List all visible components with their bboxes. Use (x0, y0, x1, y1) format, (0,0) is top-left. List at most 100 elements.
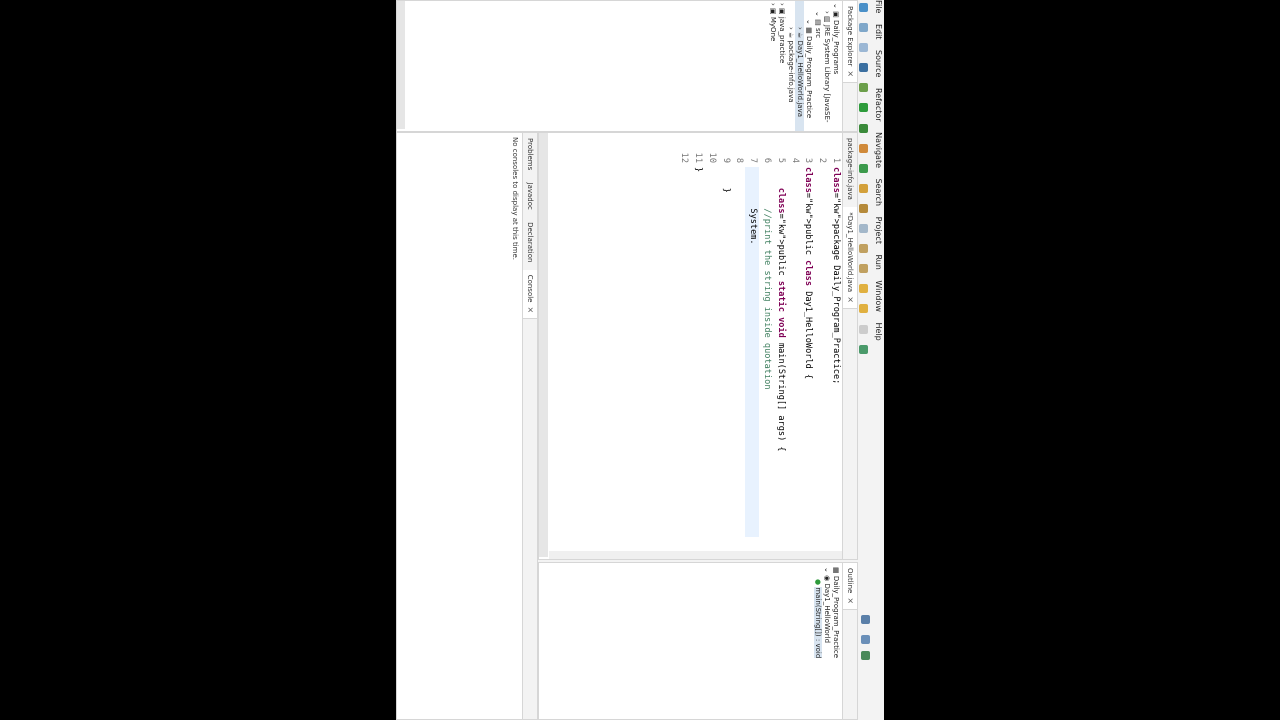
tree-item-helloworld[interactable]: › ☕ Day1_HelloWorld.java (795, 1, 804, 131)
save-all-icon[interactable] (859, 43, 868, 53)
menu-search[interactable]: Search (872, 179, 884, 206)
horizontal-scrollbar[interactable] (397, 1, 405, 129)
menu-bar: File Edit Source Refactor Navigate Searc… (872, 0, 884, 720)
code-line[interactable] (787, 167, 801, 537)
outline-item-label: Daily_Program_Practice (832, 575, 840, 659)
code-line[interactable]: class="kw">public static void main(Strin… (773, 167, 787, 537)
code-line[interactable]: } (690, 167, 704, 537)
search-icon[interactable] (859, 224, 868, 234)
code-line[interactable]: class="kw">public class Day1_HelloWorld … (801, 167, 815, 537)
line-number: 9 (720, 157, 731, 163)
close-icon[interactable]: × (846, 597, 855, 604)
line-number: 4 (789, 157, 800, 163)
package-tree: ⌄ ▣ Daily_Programs › ▥ JRE System Librar… (768, 1, 842, 131)
outline-item-method[interactable]: ● main(String[]) : void (813, 563, 822, 719)
code-area[interactable]: class="kw">package Daily_Program_Practic… (564, 167, 842, 537)
annotation-prev-icon[interactable] (859, 264, 868, 274)
outline-tab[interactable]: Outline × (843, 563, 857, 611)
annotation-next-icon[interactable] (859, 244, 868, 254)
quick-access-icon[interactable] (861, 615, 870, 624)
tab-helloworld[interactable]: *Day1_HelloWorld.java × (843, 207, 857, 309)
line-number: 12 (679, 152, 690, 163)
forward-icon[interactable] (859, 304, 868, 314)
console-message: No consoles to display at this time. (511, 137, 519, 260)
tab-package-info[interactable]: package-info.java (843, 133, 857, 205)
main-toolbar (858, 0, 872, 720)
new-class-icon[interactable] (859, 183, 868, 193)
back-icon[interactable] (859, 284, 868, 294)
tree-item-label: Daily_Programs (832, 19, 840, 75)
tree-item-java-practice[interactable]: › ▣ java_practice (777, 1, 786, 131)
tab-problems[interactable]: Problems (523, 133, 537, 175)
close-icon[interactable]: × (846, 70, 855, 77)
outline-tree: ▦ Daily_Program_Practice ⌄ ◉ Day1_HelloW… (813, 563, 842, 719)
tree-item-src[interactable]: ⌄ ▤ src (813, 1, 822, 131)
code-line[interactable] (676, 167, 690, 537)
outline-item-class[interactable]: ⌄ ◉ Day1_HelloWorld (822, 563, 831, 719)
line-number: 5 (775, 157, 786, 163)
code-line[interactable]: System. (745, 167, 760, 537)
run-icon[interactable] (859, 103, 868, 113)
editor-hscrollbar[interactable] (539, 133, 548, 557)
code-line[interactable] (732, 167, 746, 537)
menu-run[interactable]: Run (872, 255, 884, 270)
outline-item-label: main(String[]) : void (814, 587, 822, 659)
tab-label: package-info.java (846, 138, 854, 200)
tree-item-jre[interactable]: › ▥ JRE System Library [JavaSE- (822, 1, 831, 131)
package-explorer-title: Package Explorer (846, 6, 854, 67)
new-icon[interactable] (859, 3, 868, 12)
menu-help[interactable]: Help (872, 323, 884, 341)
line-number: 10 (706, 152, 717, 163)
menu-refactor[interactable]: Refactor (872, 88, 884, 122)
menu-file[interactable]: File (872, 0, 884, 13)
tree-item-label: MyOne (769, 16, 777, 42)
tab-label: Declaration (526, 222, 534, 263)
tab-label: *Day1_HelloWorld.java (846, 212, 854, 293)
menu-source[interactable]: Source (872, 50, 884, 77)
editor-panel: package-info.java *Day1_HelloWorld.java ×… (538, 132, 858, 560)
tree-item-label: java_practice (778, 16, 786, 64)
menu-project[interactable]: Project (872, 217, 884, 244)
package-explorer-tab[interactable]: Package Explorer × (843, 1, 857, 84)
editor-tabbar: package-info.java *Day1_HelloWorld.java × (842, 133, 857, 559)
tree-item-daily-programs[interactable]: ⌄ ▣ Daily_Programs (831, 1, 840, 131)
tab-declaration[interactable]: Declaration (523, 217, 537, 267)
tree-item-label: src (814, 27, 822, 39)
run-external-icon[interactable] (859, 123, 868, 133)
menu-edit[interactable]: Edit (872, 24, 884, 40)
debug-icon[interactable] (859, 83, 868, 93)
outline-item-package[interactable]: ▦ Daily_Program_Practice (831, 563, 840, 719)
close-icon[interactable]: × (846, 296, 855, 303)
console-tabbar: Problems Javadoc Declaration Console × (522, 133, 537, 719)
ide-canvas: File Edit Source Refactor Navigate Searc… (396, 0, 884, 720)
close-icon[interactable]: × (526, 307, 535, 314)
line-number: 8 (734, 157, 745, 163)
tab-javadoc[interactable]: Javadoc (523, 178, 537, 215)
tree-item-label: Daily_Program_Practice (805, 35, 813, 119)
new-package-icon[interactable] (859, 163, 868, 173)
code-line[interactable] (814, 167, 828, 537)
code-line[interactable]: class="kw">package Daily_Program_Practic… (828, 167, 842, 537)
tree-item-package[interactable]: ⌄ ▦ Daily_Program_Practice (804, 1, 813, 131)
code-line[interactable]: //print the string inside quotation (759, 167, 773, 537)
perspective-icon[interactable] (861, 635, 870, 644)
save-icon[interactable] (859, 23, 868, 33)
new-java-project-icon[interactable] (859, 143, 868, 153)
pin-icon[interactable] (859, 324, 868, 334)
code-line[interactable]: } (718, 167, 732, 537)
code-line[interactable] (704, 167, 718, 537)
line-number: 2 (817, 157, 828, 163)
tab-console[interactable]: Console × (523, 269, 537, 320)
code-text[interactable]: class="kw">package Daily_Program_Practic… (676, 167, 842, 537)
open-perspective-icon[interactable] (859, 344, 868, 354)
open-type-icon[interactable] (859, 203, 868, 213)
tree-item-label: package-info.java (787, 40, 795, 103)
tree-item-package-info[interactable]: › ☕ package-info.java (786, 1, 795, 131)
menu-navigate[interactable]: Navigate (872, 132, 884, 168)
line-number: 11 (693, 152, 704, 163)
tree-item-myone[interactable]: › ▣ MyOne (768, 1, 777, 131)
print-icon[interactable] (859, 63, 868, 73)
menu-window[interactable]: Window (872, 280, 884, 312)
java-perspective-icon[interactable] (861, 651, 870, 660)
line-number: 3 (803, 157, 814, 163)
